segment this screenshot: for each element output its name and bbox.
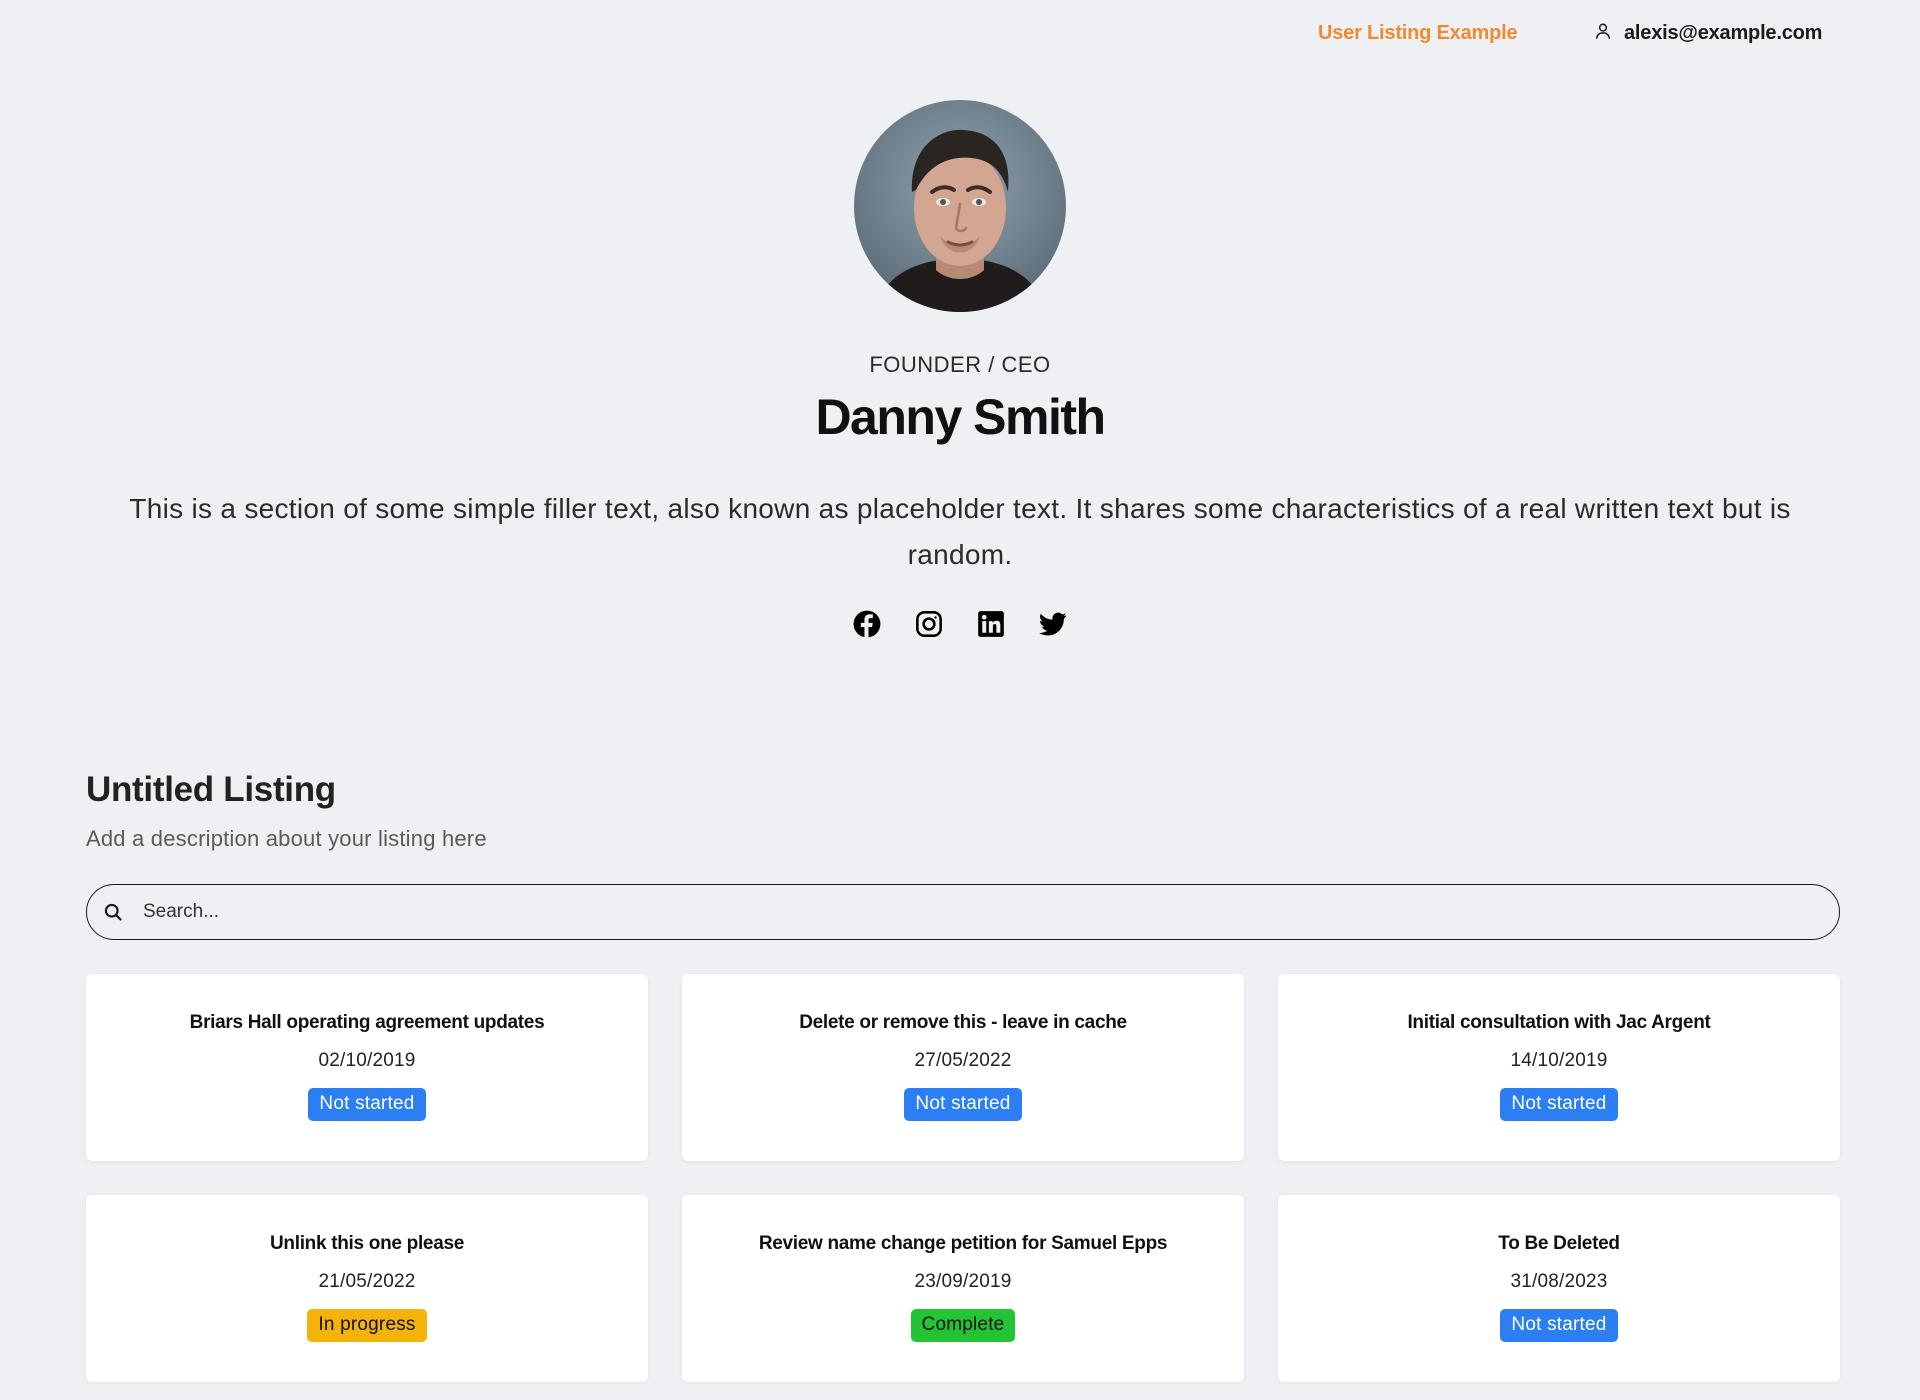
listing-card[interactable]: Unlink this one please 21/05/2022 In pro…: [86, 1195, 648, 1382]
user-icon: [1594, 22, 1612, 45]
user-menu[interactable]: alexis@example.com: [1594, 22, 1822, 45]
profile-name: Danny Smith: [815, 389, 1106, 445]
instagram-icon[interactable]: [915, 610, 943, 638]
twitter-icon[interactable]: [1039, 610, 1067, 638]
search-icon: [103, 902, 123, 922]
listing-description: Add a description about your listing her…: [86, 826, 487, 851]
card-date: 14/10/2019: [1510, 1050, 1608, 1071]
status-badge: Not started: [904, 1088, 1022, 1121]
facebook-icon[interactable]: [853, 610, 881, 638]
card-title: Briars Hall operating agreement updates: [189, 1012, 545, 1033]
nav-link-user-listing[interactable]: User Listing Example: [1318, 22, 1518, 45]
top-bar: User Listing Example alexis@example.com: [0, 0, 1920, 70]
status-badge: Not started: [1500, 1309, 1618, 1342]
profile-role: FOUNDER / CEO: [869, 352, 1051, 377]
card-title: Initial consultation with Jac Argent: [1407, 1012, 1711, 1033]
card-title: Review name change petition for Samuel E…: [758, 1233, 1168, 1254]
listing-title: Untitled Listing: [86, 770, 336, 809]
linkedin-icon[interactable]: [977, 610, 1005, 638]
card-title: Delete or remove this - leave in cache: [799, 1012, 1127, 1033]
status-badge: Complete: [910, 1309, 1016, 1342]
social-links: [853, 610, 1067, 638]
status-badge: Not started: [308, 1088, 426, 1121]
card-date: 27/05/2022: [914, 1050, 1012, 1071]
search-input[interactable]: [143, 885, 1823, 939]
status-badge: In progress: [307, 1309, 427, 1342]
listing-section: Untitled Listing Add a description about…: [86, 770, 1840, 1382]
profile-bio: This is a section of some simple filler …: [129, 493, 1791, 570]
user-email: alexis@example.com: [1624, 22, 1823, 44]
card-date: 02/10/2019: [318, 1050, 416, 1071]
listing-card[interactable]: Briars Hall operating agreement updates …: [86, 974, 648, 1161]
card-title: To Be Deleted: [1498, 1233, 1620, 1254]
card-date: 31/08/2023: [1510, 1271, 1608, 1292]
listing-card[interactable]: To Be Deleted 31/08/2023 Not started: [1278, 1195, 1840, 1382]
card-date: 21/05/2022: [318, 1271, 416, 1292]
card-title: Unlink this one please: [269, 1233, 464, 1254]
listing-card[interactable]: Review name change petition for Samuel E…: [682, 1195, 1244, 1382]
listing-card[interactable]: Delete or remove this - leave in cache 2…: [682, 974, 1244, 1161]
card-date: 23/09/2019: [914, 1271, 1012, 1292]
avatar: [854, 100, 1066, 312]
profile-section: FOUNDER / CEO Danny Smith This is a sect…: [0, 100, 1920, 638]
status-badge: Not started: [1500, 1088, 1618, 1121]
listing-cards: Briars Hall operating agreement updates …: [86, 974, 1840, 1382]
listing-card[interactable]: Initial consultation with Jac Argent 14/…: [1278, 974, 1840, 1161]
search-bar: [86, 884, 1840, 940]
